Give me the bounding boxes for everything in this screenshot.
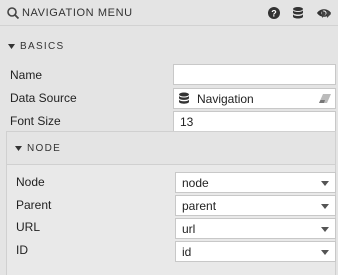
database-icon [179,92,189,104]
basics-section-header[interactable]: BASICS [0,36,338,58]
chevron-down-icon [321,181,329,186]
id-select[interactable]: id [175,241,336,262]
basics-section-title: BASICS [20,41,65,52]
parent-value: parent [182,199,217,213]
data-source-label: Data Source [10,91,77,105]
chevron-down-icon [321,250,329,255]
node-section-title: NODE [27,143,62,154]
svg-text:?: ? [271,9,277,19]
caret-down-icon [8,44,15,49]
url-label: URL [16,220,41,234]
parent-label: Parent [16,198,52,212]
id-value: id [182,245,192,259]
caret-down-icon [15,146,22,151]
help-icon[interactable]: ? [267,6,281,20]
name-label: Name [10,68,43,82]
node-section-header[interactable]: NODE [7,132,335,165]
data-source-value: Navigation [197,92,254,106]
data-source-field[interactable]: Navigation [173,88,336,109]
node-value: node [182,176,209,190]
node-select[interactable]: node [175,172,336,193]
url-select[interactable]: url [175,218,336,239]
database-icon[interactable] [291,6,305,20]
navigation-icon [7,7,20,20]
url-value: url [182,222,196,236]
chevron-down-icon [321,227,329,232]
name-input[interactable] [173,64,336,85]
id-label: ID [16,243,28,257]
font-size-value: 13 [180,115,194,129]
font-size-input[interactable]: 13 [173,111,336,132]
double-chevron-right-icon[interactable] [320,7,334,21]
chevron-down-icon [321,204,329,209]
parent-select[interactable]: parent [175,195,336,216]
node-label: Node [16,175,45,189]
panel-title-bar: NAVIGATION MENU ? [0,0,338,26]
panel-title: NAVIGATION MENU [22,7,133,19]
eraser-icon[interactable] [319,94,331,103]
font-size-label: Font Size [10,114,61,128]
